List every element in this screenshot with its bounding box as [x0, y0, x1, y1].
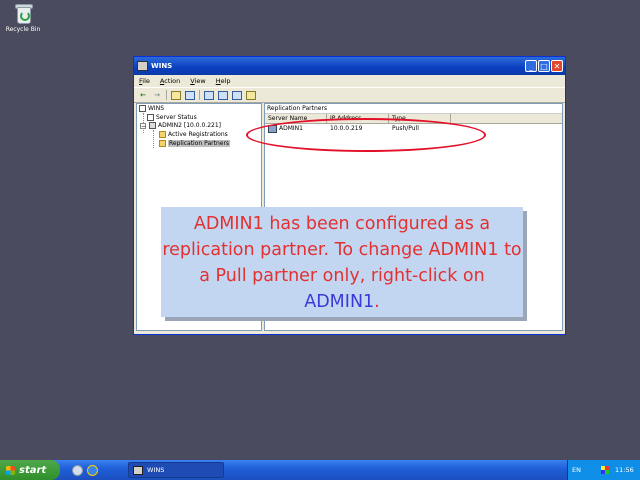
recycle-bin[interactable]: Recycle Bin [4, 2, 42, 33]
menu-help[interactable]: Help [216, 77, 231, 85]
tree-item-replication-partners[interactable]: Replication Partners [159, 140, 231, 147]
taskbar-button-wins[interactable]: WINS [128, 462, 224, 478]
menu-file[interactable]: File [139, 77, 150, 85]
instruction-callout: ADMIN1 has been configured as a replicat… [161, 207, 523, 317]
callout-text: ADMIN1 has been configured as a replicat… [162, 214, 522, 286]
export-list-icon[interactable] [232, 90, 242, 100]
minimize-button[interactable]: _ [525, 60, 537, 72]
wins-node-icon [139, 105, 146, 112]
network-icon[interactable] [600, 466, 609, 474]
start-label: start [19, 464, 47, 476]
close-button[interactable]: ✕ [551, 60, 563, 72]
menu-bar: File Action View Help [134, 75, 565, 87]
callout-highlight: ADMIN1 [304, 292, 375, 312]
server-icon [149, 122, 156, 129]
recycle-bin-icon [13, 2, 33, 24]
refresh-icon[interactable] [218, 90, 228, 100]
window-title: WINS [151, 62, 173, 70]
highlight-ellipse [246, 118, 486, 152]
up-folder-icon[interactable] [171, 90, 181, 100]
taskbar: start WINS EN 11:56 [0, 460, 640, 480]
tree-item-server-status[interactable]: Server Status [147, 114, 197, 121]
start-button[interactable]: start [0, 460, 60, 480]
language-indicator[interactable]: EN [572, 466, 581, 474]
properties-icon[interactable] [204, 90, 214, 100]
server-status-icon [147, 114, 154, 121]
wins-app-icon [137, 61, 148, 71]
callout-end: . [374, 292, 380, 312]
internet-explorer-icon[interactable] [87, 465, 98, 476]
tree-item-admin2[interactable]: ADMIN2 [10.0.0.221] [149, 122, 221, 129]
title-bar[interactable]: WINS _ □ ✕ [134, 57, 565, 75]
show-desktop-icon[interactable] [72, 465, 83, 476]
tree-item-wins[interactable]: WINS [139, 105, 164, 112]
menu-action[interactable]: Action [160, 77, 180, 85]
folder-icon [159, 131, 166, 138]
help-icon[interactable] [246, 90, 256, 100]
toolbar: ← → [134, 87, 565, 103]
show-hide-tree-icon[interactable] [185, 90, 195, 100]
wins-app-icon [133, 465, 143, 475]
clock[interactable]: 11:56 [615, 466, 634, 474]
recycle-bin-label: Recycle Bin [5, 26, 41, 33]
forward-arrow-icon[interactable]: → [152, 90, 162, 100]
collapse-toggle[interactable]: − [140, 123, 146, 130]
back-arrow-icon[interactable]: ← [138, 90, 148, 100]
folder-icon [159, 140, 166, 147]
windows-flag-icon [6, 465, 15, 475]
menu-view[interactable]: View [190, 77, 205, 85]
tree-item-active-registrations[interactable]: Active Registrations [159, 131, 228, 138]
quick-launch [72, 465, 98, 476]
maximize-button[interactable]: □ [538, 60, 550, 72]
system-tray: EN 11:56 [567, 460, 640, 480]
details-pane-title: Replication Partners [265, 104, 562, 114]
